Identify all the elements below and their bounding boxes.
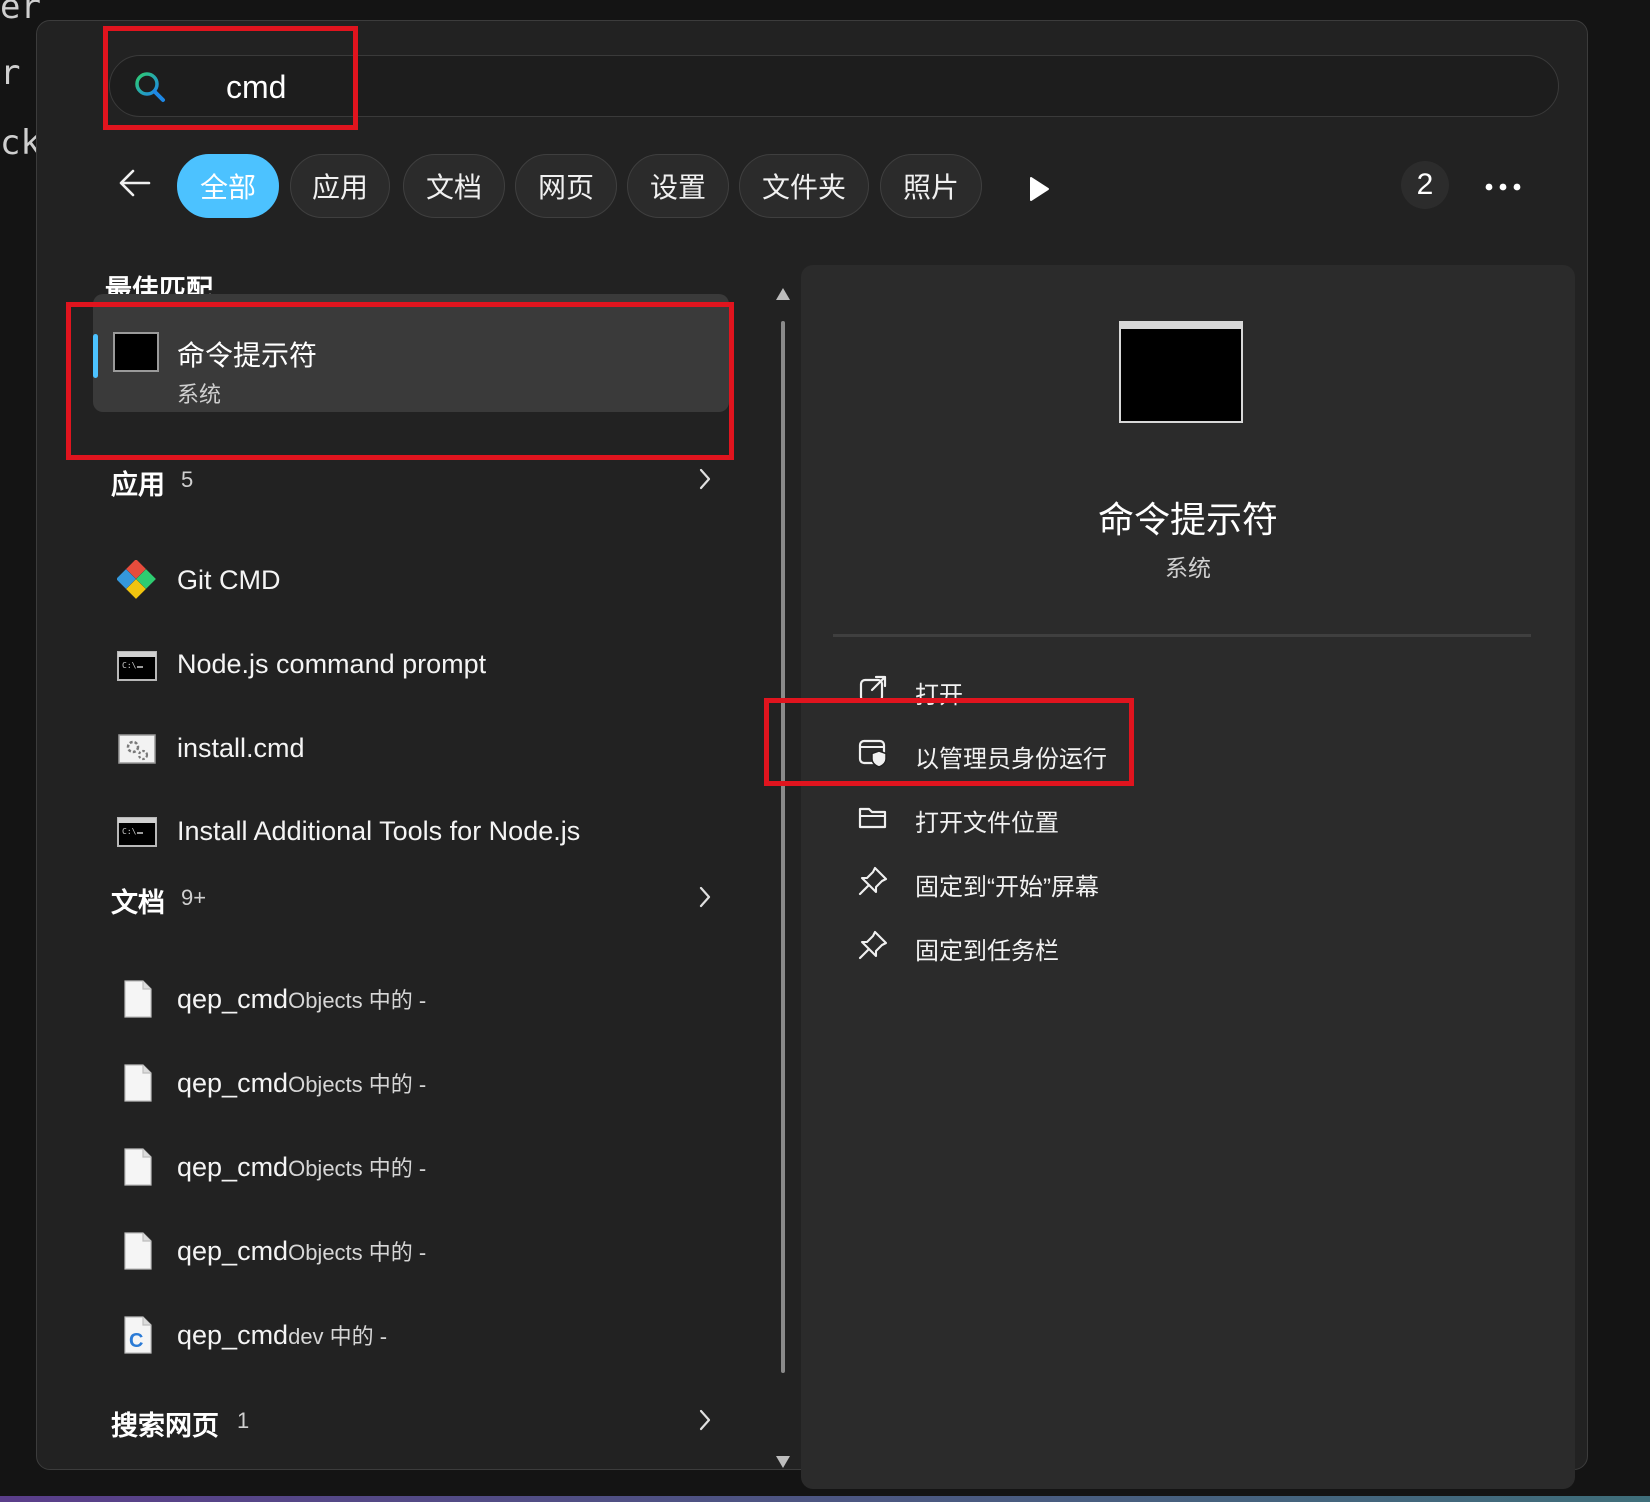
list-item-install-tools-nodejs[interactable]: Install Additional Tools for Node.js <box>177 816 580 847</box>
more-options-icon[interactable] <box>1483 181 1523 193</box>
document-icon <box>124 1232 152 1270</box>
pin-icon <box>858 866 888 896</box>
detail-title: 命令提示符 <box>1097 499 1278 540</box>
command-prompt-icon <box>113 332 159 372</box>
action-pin-to-start[interactable] <box>857 861 889 901</box>
list-item-git-cmd[interactable]: Git CMD <box>177 565 281 596</box>
search-icon <box>135 72 165 102</box>
chevron-right-icon[interactable] <box>697 1408 713 1432</box>
background-text: er <box>0 0 41 27</box>
start-search-panel: cmd 全部 应用 文档 网页 设置 文件夹 照片 2 最佳匹配 命令提示符 系… <box>36 20 1588 1489</box>
best-match-subtitle: 系统 <box>177 382 222 407</box>
list-item-document[interactable]: qep_cmdObjects 中的 - <box>177 1151 426 1183</box>
command-prompt-large-icon <box>1119 321 1243 423</box>
list-item-document[interactable]: qep_cmdObjects 中的 - <box>177 1235 426 1267</box>
web-search-section-header[interactable]: 搜索网页 <box>111 1404 219 1443</box>
best-match-title: 命令提示符 <box>177 340 318 371</box>
tab-apps[interactable]: 应用 <box>290 154 390 218</box>
more-filters-play-icon[interactable] <box>1027 175 1051 203</box>
action-open-label[interactable]: 打开 <box>915 675 963 710</box>
action-open[interactable] <box>857 669 889 709</box>
list-item-document[interactable]: qep_cmdObjects 中的 - <box>177 983 426 1015</box>
selection-indicator <box>93 334 98 378</box>
apps-count: 5 <box>181 467 194 492</box>
search-input[interactable]: cmd <box>226 69 286 106</box>
action-pin-to-start-label[interactable]: 固定到“开始”屏幕 <box>915 867 1099 902</box>
action-pin-to-taskbar-label[interactable]: 固定到任务栏 <box>915 931 1059 966</box>
search-box[interactable]: cmd <box>109 55 1559 117</box>
chevron-right-icon[interactable] <box>697 467 713 491</box>
tab-documents[interactable]: 文档 <box>403 154 505 218</box>
results-scrollbar[interactable] <box>781 321 785 1373</box>
document-icon <box>124 1064 152 1102</box>
list-item-document[interactable]: qep_cmddev 中的 - <box>177 1319 387 1351</box>
console-icon: C:\ <box>117 651 157 681</box>
action-run-as-admin-label[interactable]: 以管理员身份运行 <box>915 739 1107 774</box>
documents-section-header[interactable]: 文档 <box>111 881 165 920</box>
documents-count: 9+ <box>181 885 207 910</box>
document-location: Objects 中的 - <box>288 1156 427 1181</box>
rewards-count-badge[interactable]: 2 <box>1401 161 1449 209</box>
c-source-file-icon: C <box>124 1316 152 1354</box>
document-icon <box>124 980 152 1018</box>
git-icon <box>117 560 156 599</box>
svg-text:C:\: C:\ <box>122 827 137 836</box>
background-text: r <box>0 53 21 93</box>
document-location: Objects 中的 - <box>288 1240 427 1265</box>
action-pin-to-taskbar[interactable] <box>857 925 889 965</box>
document-name: qep_cmd <box>177 1068 289 1098</box>
document-icon <box>124 1148 152 1186</box>
scroll-down-arrow-icon[interactable] <box>775 1455 791 1469</box>
action-open-file-location-label[interactable]: 打开文件位置 <box>915 803 1059 838</box>
document-name: qep_cmd <box>177 1152 289 1182</box>
shield-admin-icon <box>858 739 887 768</box>
tab-settings[interactable]: 设置 <box>627 154 729 218</box>
tab-web[interactable]: 网页 <box>515 154 617 218</box>
scroll-up-arrow-icon[interactable] <box>775 287 791 301</box>
tab-all[interactable]: 全部 <box>177 154 279 218</box>
document-location: Objects 中的 - <box>288 1072 427 1097</box>
taskbar-edge <box>0 1496 1650 1502</box>
web-search-count: 1 <box>237 1408 250 1433</box>
back-arrow-icon[interactable] <box>115 163 155 203</box>
pin-icon <box>858 930 888 960</box>
detail-divider <box>833 634 1531 637</box>
list-item-install-cmd[interactable]: install.cmd <box>177 733 305 764</box>
console-icon: C:\ <box>117 817 157 847</box>
background-text: ck <box>0 123 41 163</box>
chevron-right-icon[interactable] <box>697 885 713 909</box>
detail-subtitle: 系统 <box>1165 555 1211 581</box>
document-name: qep_cmd <box>177 1236 289 1266</box>
tab-folders[interactable]: 文件夹 <box>739 154 869 218</box>
action-open-file-location[interactable] <box>857 797 889 837</box>
document-location: dev 中的 - <box>288 1324 388 1349</box>
script-settings-icon <box>118 734 156 764</box>
apps-section-header[interactable]: 应用 <box>111 463 165 502</box>
document-name: qep_cmd <box>177 984 289 1014</box>
svg-text:C:\: C:\ <box>122 661 137 670</box>
folder-icon <box>858 807 887 829</box>
document-name: qep_cmd <box>177 1320 289 1350</box>
tab-photos[interactable]: 照片 <box>880 154 982 218</box>
action-run-as-admin[interactable] <box>857 733 889 773</box>
document-location: Objects 中的 - <box>288 988 427 1013</box>
list-item-nodejs-prompt[interactable]: Node.js command prompt <box>177 649 486 680</box>
open-external-icon <box>859 675 887 703</box>
svg-text:C: C <box>129 1330 143 1352</box>
list-item-document[interactable]: qep_cmdObjects 中的 - <box>177 1067 426 1099</box>
